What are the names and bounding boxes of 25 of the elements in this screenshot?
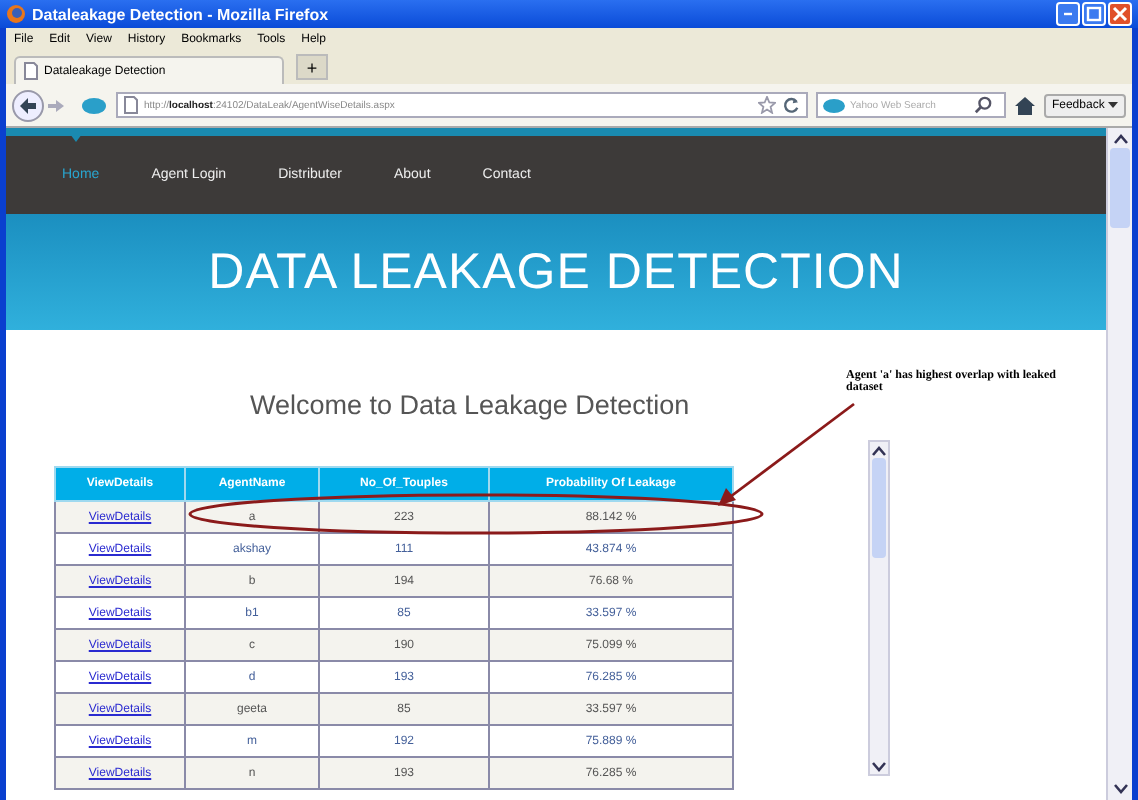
minimize-button[interactable] (1056, 2, 1080, 26)
maximize-icon (1086, 6, 1102, 22)
window-title: Dataleakage Detection - Mozilla Firefox (32, 5, 329, 23)
caret-icon (1108, 101, 1118, 107)
close-icon (1112, 6, 1128, 22)
firefox-icon (6, 4, 26, 24)
banner-title: DATA LEAKAGE DETECTION (208, 243, 904, 301)
scrollbar[interactable] (868, 440, 890, 776)
page-heading: Welcome to Data Leakage Detection (250, 390, 690, 424)
scrollbar-thumb[interactable] (1110, 148, 1130, 228)
home-icon[interactable] (1013, 95, 1036, 115)
search-engine-icon[interactable] (821, 97, 846, 113)
new-tab-button[interactable]: + (296, 54, 328, 80)
active-pointer-icon (70, 134, 82, 142)
search-icon[interactable] (973, 96, 992, 114)
page-scrollbar[interactable] (1106, 128, 1132, 800)
star-icon[interactable] (757, 96, 776, 114)
page-icon (124, 96, 138, 114)
maximize-button[interactable] (1082, 2, 1106, 26)
site-icon[interactable] (80, 95, 108, 115)
page-icon (24, 62, 38, 80)
scrollbar-thumb[interactable] (872, 458, 886, 558)
close-button[interactable] (1108, 2, 1132, 26)
minimize-icon (1062, 12, 1074, 16)
reload-icon[interactable] (781, 96, 800, 114)
